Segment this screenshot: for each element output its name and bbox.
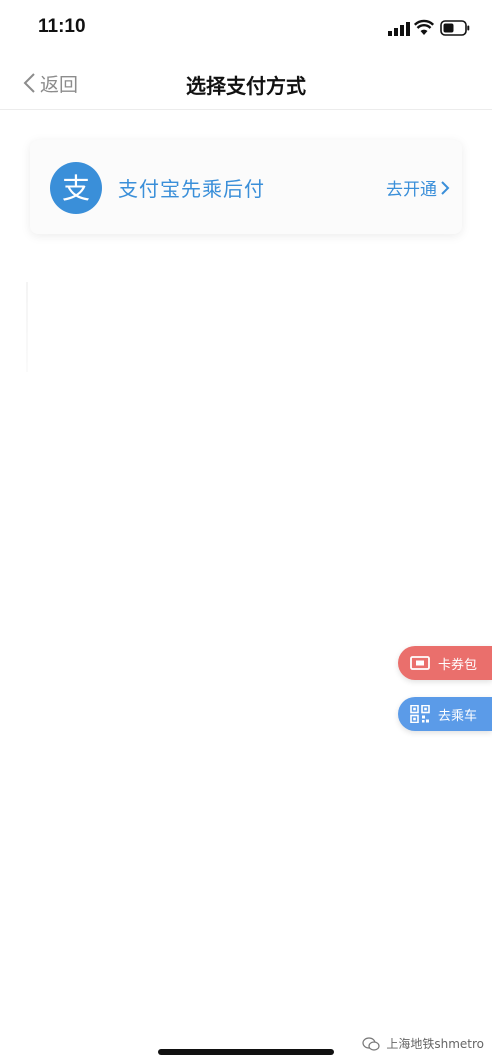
navigation-bar: 返回 选择支付方式 — [0, 56, 492, 110]
qr-code-icon — [410, 705, 430, 723]
watermark-text: 上海地铁shmetro — [386, 1037, 484, 1051]
status-time: 11:10 — [38, 16, 86, 37]
wifi-icon — [414, 19, 434, 35]
svg-text:支: 支 — [62, 172, 90, 205]
go-ride-label: 去乘车 — [438, 708, 478, 724]
page-title: 选择支付方式 — [186, 74, 306, 98]
alipay-logo-icon: 支 — [50, 162, 102, 214]
alipay-payment-option[interactable]: 支 支付宝先乘后付 去开通 — [30, 140, 462, 234]
watermark: 上海地铁shmetro — [362, 1035, 484, 1052]
card-wallet-label: 卡券包 — [438, 657, 478, 673]
chevron-right-icon — [441, 180, 450, 195]
activate-link[interactable]: 去开通 — [386, 175, 450, 200]
divider — [26, 282, 28, 372]
cellular-signal-icon — [388, 22, 410, 36]
go-ride-button[interactable]: 去乘车 — [398, 697, 492, 731]
home-indicator[interactable] — [158, 1049, 334, 1055]
payment-option-name: 支付宝先乘后付 — [118, 177, 265, 201]
card-wallet-button[interactable]: 卡券包 — [398, 646, 492, 680]
ticket-icon — [410, 656, 430, 670]
wechat-icon — [362, 1036, 380, 1051]
screen: 11:10 返回 选择支付方式 支 支付宝先乘后付 去开通 卡券包 去乘车 上海… — [0, 0, 492, 1064]
activate-label: 去开通 — [386, 180, 437, 200]
battery-icon — [440, 20, 470, 36]
status-bar: 11:10 — [0, 0, 492, 56]
